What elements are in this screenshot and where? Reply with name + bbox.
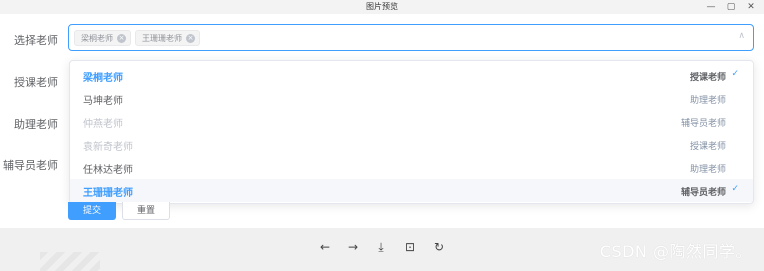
close-icon[interactable]: ✕ [746,0,756,14]
option-role: 助理老师 [689,96,726,106]
arrow-left-icon[interactable]: ← [318,240,332,254]
arrow-right-icon[interactable]: → [346,240,360,254]
dropdown-option: 袁新奇老师 授课老师 [70,133,753,156]
tag-close-icon[interactable]: × [186,33,195,43]
selected-tag: 王珊珊老师 × [135,30,200,46]
option-name: 袁新奇老师 [83,142,133,153]
label-assistant: 助理老师 [14,118,58,131]
label-lecturer: 授课老师 [14,76,58,89]
dropdown-option: 仲燕老师 辅导员老师 [70,110,753,133]
tag-label: 王珊珊老师 [142,33,182,43]
select-dropdown: 梁桐老师 授课老师 ✓ 马坤老师 助理老师 仲燕老师 辅导员老师 袁新奇老师 授… [69,60,754,204]
watermark: CSDN @陶然同学。 [599,242,752,261]
option-role: 辅导员老师 [680,188,726,198]
tag-close-icon[interactable]: × [117,33,126,43]
reset-button-label: 重置 [136,206,155,216]
label-select-teacher: 选择老师 [14,34,58,47]
reset-button[interactable]: 重置 [122,202,170,220]
window-titlebar: 图片预览 — ▢ ✕ [0,0,764,14]
dropdown-option[interactable]: 马坤老师 助理老师 [70,87,753,110]
download-icon[interactable]: ⤓ [374,240,388,255]
option-name: 王珊珊老师 [83,188,133,199]
check-icon: ✓ [731,69,739,79]
window-controls: — ▢ ✕ [706,0,756,14]
check-icon: ✓ [731,184,739,194]
decorative-stripe [40,252,100,271]
fit-screen-icon[interactable]: ⊡ [403,240,417,254]
dropdown-option[interactable]: 王珊珊老师 辅导员老师 ✓ [70,179,753,202]
submit-button-label: 提交 [82,206,101,216]
dropdown-option[interactable]: 梁桐老师 授课老师 ✓ [70,64,753,87]
option-name: 仲燕老师 [83,119,123,130]
option-role: 授课老师 [689,73,726,83]
selected-tag: 梁桐老师 × [74,30,131,46]
dropdown-option[interactable]: 任林达老师 助理老师 [70,156,753,179]
option-role: 助理老师 [689,165,726,175]
option-name: 梁桐老师 [83,73,123,84]
label-counselor: 辅导员老师 [3,159,58,172]
window-title: 图片预览 [366,2,398,11]
option-name: 任林达老师 [83,165,133,176]
submit-button[interactable]: 提交 [68,202,116,220]
option-role: 辅导员老师 [680,119,726,129]
tag-label: 梁桐老师 [81,33,113,43]
chevron-up-icon[interactable]: ∧ [738,31,745,41]
rotate-icon[interactable]: ↻ [432,240,446,254]
teacher-multi-select[interactable]: 梁桐老师 × 王珊珊老师 × ∧ [68,24,754,51]
minimize-icon[interactable]: — [706,0,716,14]
maximize-icon[interactable]: ▢ [726,0,736,14]
option-name: 马坤老师 [83,96,123,107]
option-role: 授课老师 [689,142,726,152]
